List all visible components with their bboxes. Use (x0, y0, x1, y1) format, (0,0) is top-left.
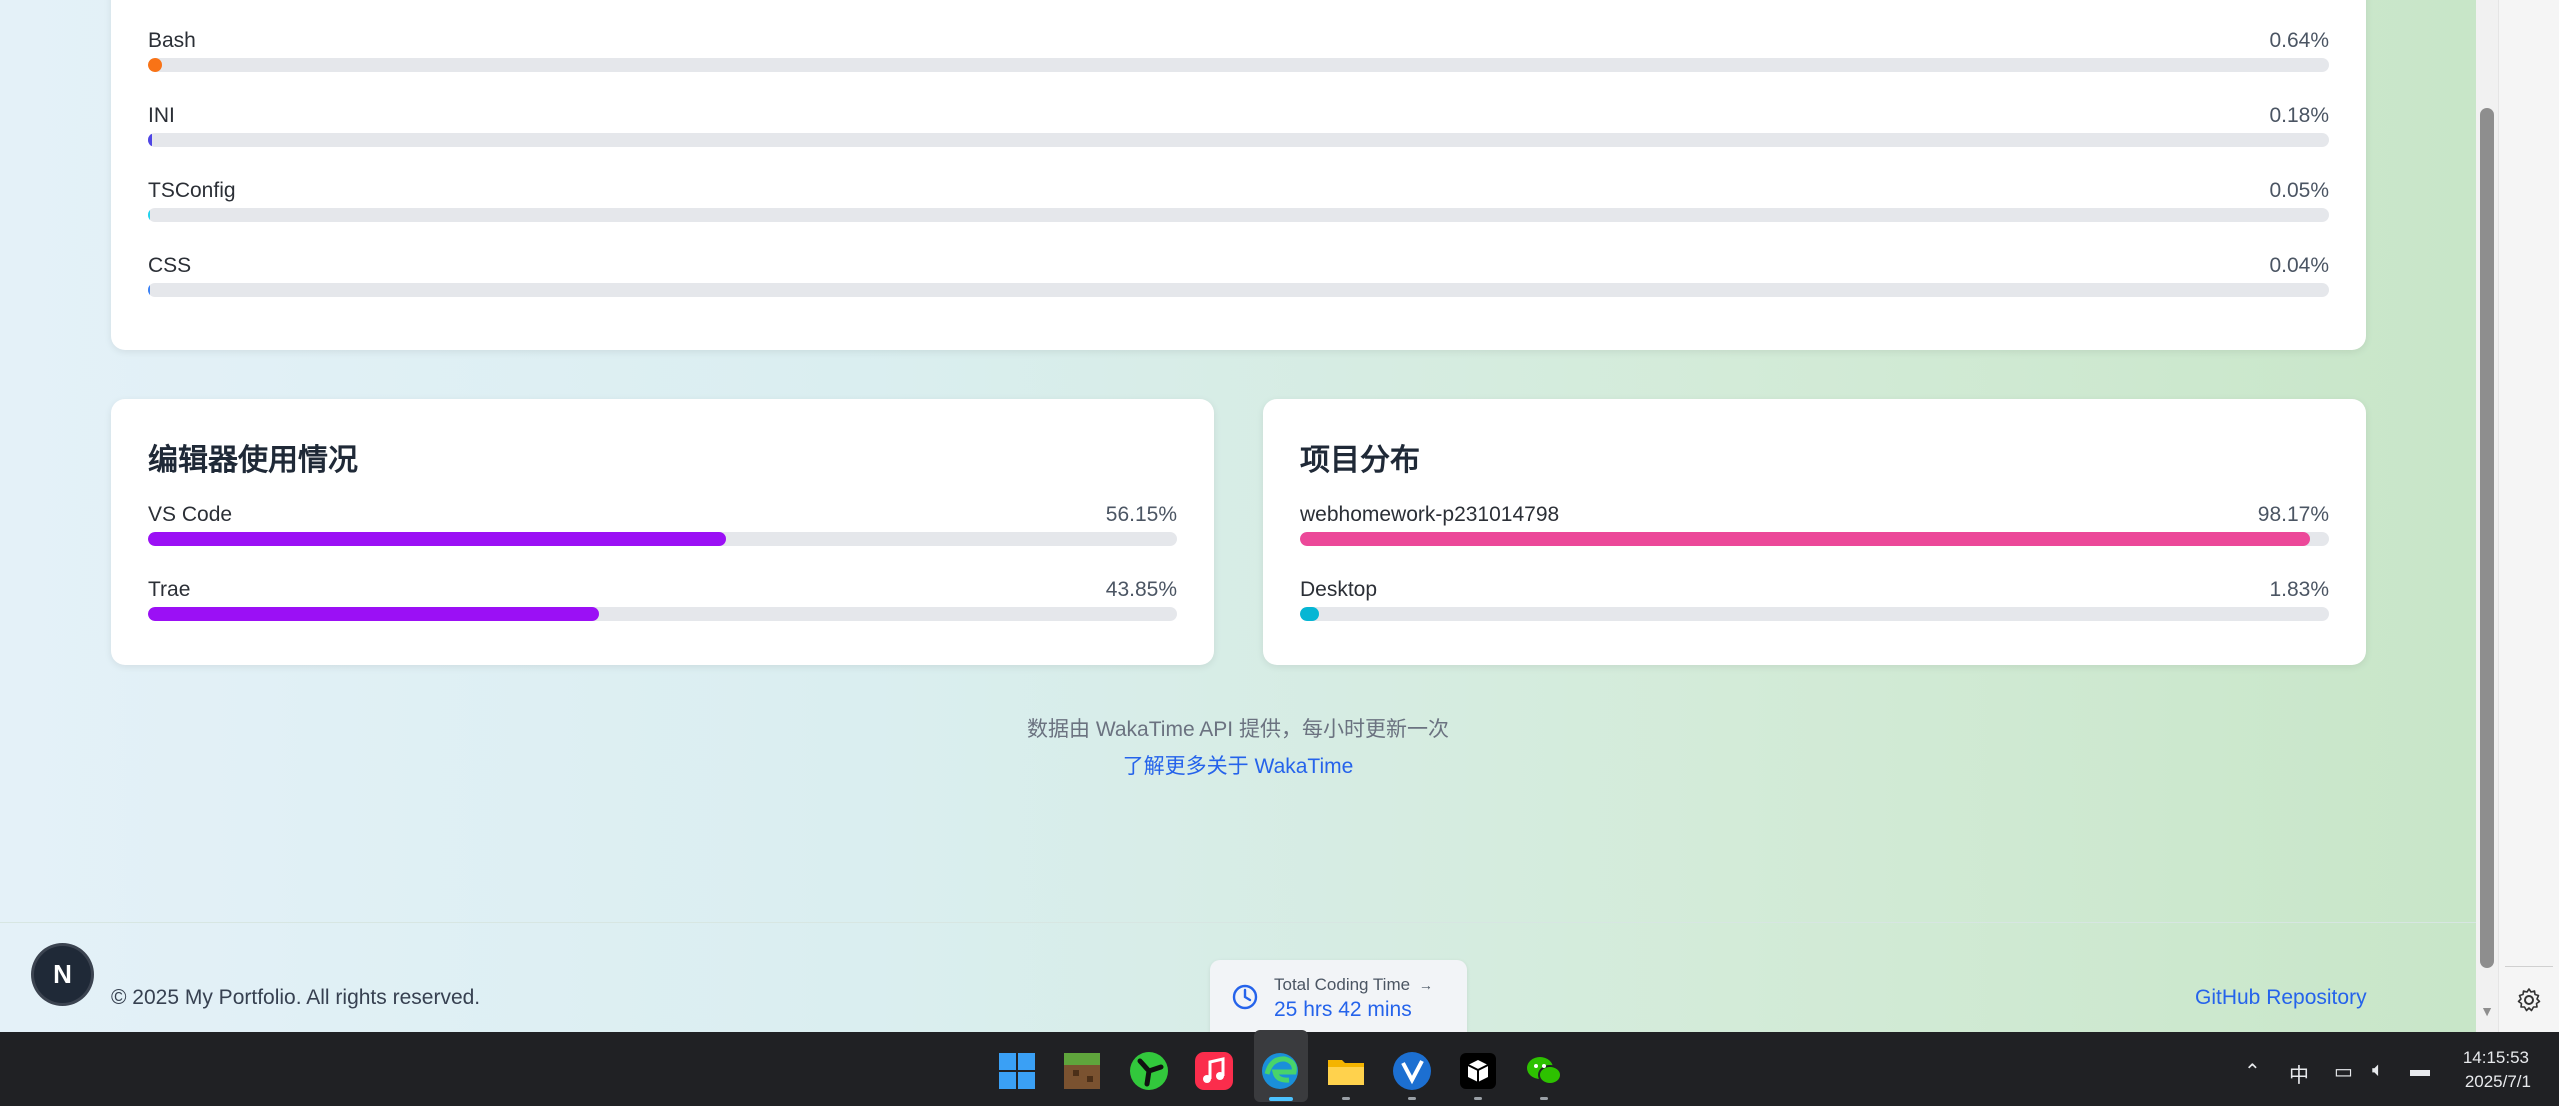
projects-title: 项目分布 (1300, 444, 1420, 477)
network-icon[interactable]: ▭ (2334, 1059, 2353, 1084)
fan-app-icon[interactable] (1128, 1050, 1170, 1092)
taskbar-active-indicator (1269, 1097, 1293, 1101)
vscode-app-icon[interactable] (1391, 1050, 1433, 1092)
usage-name: Trae (148, 578, 191, 601)
usage-row: webhomework-p231014798 98.17% (1300, 503, 2329, 546)
usage-percent: 0.04% (2269, 254, 2329, 277)
page-scrollbar[interactable]: ▼ (2476, 0, 2498, 1032)
usage-percent: 1.83% (2269, 578, 2329, 601)
copyright-text: © 2025 My Portfolio. All rights reserved… (111, 986, 481, 1009)
scroll-down-arrow-icon[interactable]: ▼ (2479, 1003, 2495, 1019)
minecraft-icon[interactable] (1061, 1050, 1103, 1092)
usage-fill (148, 283, 150, 297)
usage-track (1300, 607, 2329, 621)
editors-card: 编辑器使用情况 VS Code 56.15% Trae 43.85% (111, 399, 1214, 665)
usage-percent: 56.15% (1105, 503, 1177, 526)
usage-row: TSConfig 0.05% (148, 179, 2329, 222)
usage-track (148, 283, 2329, 297)
chevron-up-icon[interactable]: ⌃ (2244, 1059, 2261, 1084)
usage-track (148, 133, 2329, 147)
usage-fill (1300, 607, 1319, 621)
file-explorer-icon[interactable] (1325, 1050, 1367, 1092)
usage-row: Bash 0.64% (148, 29, 2329, 72)
ime-indicator[interactable]: 中 (2289, 1059, 2309, 1088)
taskbar-running-indicator (1342, 1097, 1350, 1100)
editors-title: 编辑器使用情况 (148, 444, 358, 477)
taskbar-date[interactable]: 2025/7/1 (2465, 1072, 2531, 1092)
usage-name: webhomework-p231014798 (1300, 503, 1560, 526)
usage-fill (148, 532, 726, 546)
taskbar-running-indicator (1540, 1097, 1548, 1100)
usage-fill (148, 607, 600, 621)
browser-viewport: Bash 0.64% INI 0.18% TSConfig 0.05% CSS 0.04% 编… (0, 0, 2476, 1032)
usage-name: TSConfig (148, 179, 236, 202)
wechat-icon[interactable] (1523, 1050, 1565, 1092)
windows-start-icon[interactable] (996, 1050, 1038, 1092)
usage-name: CSS (148, 254, 192, 277)
usage-name: VS Code (148, 503, 233, 526)
coding-time-label: Total Coding Time → (1274, 975, 1433, 995)
cube-app-icon[interactable] (1457, 1050, 1499, 1092)
usage-percent: 0.18% (2269, 104, 2329, 127)
browser-sidebar (2498, 0, 2559, 1032)
usage-percent: 98.17% (2257, 503, 2329, 526)
usage-percent: 0.64% (2269, 29, 2329, 52)
usage-track (1300, 532, 2329, 546)
usage-percent: 43.85% (1105, 578, 1177, 601)
usage-track (148, 607, 1177, 621)
languages-card: Bash 0.64% INI 0.18% TSConfig 0.05% CSS 0.04% (111, 0, 2366, 350)
usage-name: Bash (148, 29, 196, 52)
music-icon[interactable] (1193, 1050, 1235, 1092)
usage-fill (148, 58, 162, 72)
api-note: 数据由 WakaTime API 提供，每小时更新一次 (1027, 718, 1449, 741)
volume-icon[interactable]: 🔈︎ (2372, 1059, 2384, 1082)
sidebar-divider (2505, 966, 2553, 967)
nextjs-dev-indicator[interactable]: N (34, 946, 91, 1003)
coding-time-value: 25 hrs 42 mins (1274, 998, 1412, 1021)
total-coding-time-widget[interactable]: Total Coding Time → 25 hrs 42 mins (1210, 960, 1467, 1032)
usage-row: INI 0.18% (148, 104, 2329, 147)
battery-icon[interactable]: ▬ (2410, 1059, 2430, 1082)
footer-divider (0, 922, 2476, 923)
coding-time-label-text: Total Coding Time (1274, 975, 1411, 994)
usage-track (148, 58, 2329, 72)
taskbar-running-indicator (1408, 1097, 1416, 1100)
arrow-right-icon: → (1418, 977, 1433, 993)
usage-row: VS Code 56.15% (148, 503, 1177, 546)
usage-fill (148, 133, 152, 147)
learn-more-link[interactable]: 了解更多关于 WakaTime (0, 750, 2476, 780)
usage-fill (148, 208, 150, 222)
github-repository-link[interactable]: GitHub Repository (2195, 986, 2367, 1010)
clock-icon (1232, 984, 1258, 1010)
usage-track (148, 532, 1177, 546)
usage-percent: 0.05% (2269, 179, 2329, 202)
scrollbar-thumb[interactable] (2480, 108, 2494, 968)
usage-name: Desktop (1300, 578, 1378, 601)
usage-row: Trae 43.85% (148, 578, 1177, 621)
gear-icon[interactable] (2515, 986, 2543, 1014)
usage-name: INI (148, 104, 175, 127)
usage-track (148, 208, 2329, 222)
taskbar-time[interactable]: 14:15:53 (2463, 1048, 2529, 1068)
usage-fill (1300, 532, 2311, 546)
taskbar-running-indicator (1474, 1097, 1482, 1100)
edge-icon[interactable] (1259, 1050, 1301, 1092)
projects-card: 项目分布 webhomework-p231014798 98.17% Desktop… (1263, 399, 2366, 665)
usage-row: Desktop 1.83% (1300, 578, 2329, 621)
usage-row: CSS 0.04% (148, 254, 2329, 297)
